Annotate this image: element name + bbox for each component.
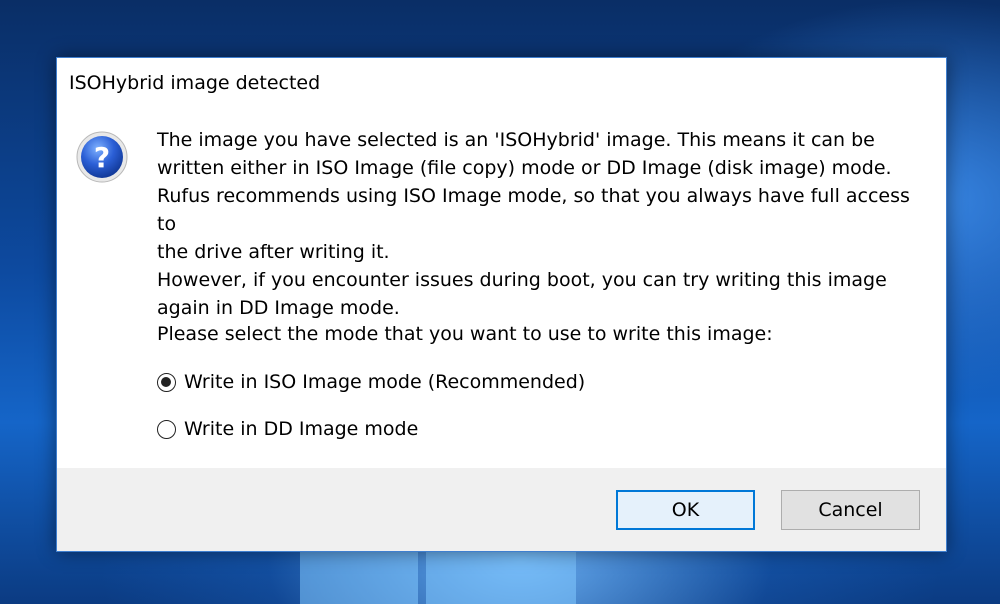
message-line: Rufus recommends using ISO Image mode, s… [157,185,910,235]
svg-text:?: ? [94,141,110,174]
radio-iso-mode[interactable]: Write in ISO Image mode (Recommended) [157,371,585,393]
dialog-footer: OK Cancel [57,468,946,551]
cancel-button[interactable]: Cancel [781,490,920,530]
radio-dd-mode[interactable]: Write in DD Image mode [157,418,418,440]
message-line: However, if you encounter issues during … [157,269,887,291]
ok-button[interactable]: OK [616,490,755,530]
dialog-message: The image you have selected is an 'ISOHy… [157,126,927,322]
question-icon: ? [76,131,128,183]
windows-logo-pane [426,545,576,604]
radio-iso-label: Write in ISO Image mode (Recommended) [184,371,586,393]
message-line: again in DD Image mode. [157,297,400,319]
radio-dd-label: Write in DD Image mode [184,418,419,440]
message-line: written either in ISO Image (file copy) … [157,157,892,179]
radio-button-unchecked[interactable] [157,419,176,439]
message-line: The image you have selected is an 'ISOHy… [157,129,875,151]
message-line: the drive after writing it. [157,241,390,263]
mode-prompt: Please select the mode that you want to … [157,323,773,345]
windows-logo-pane [300,545,418,604]
dialog-title: ISOHybrid image detected [69,72,321,94]
radio-button-checked[interactable] [157,372,176,392]
isohybrid-dialog: ISOHybrid image detected ? The image you… [56,57,947,552]
